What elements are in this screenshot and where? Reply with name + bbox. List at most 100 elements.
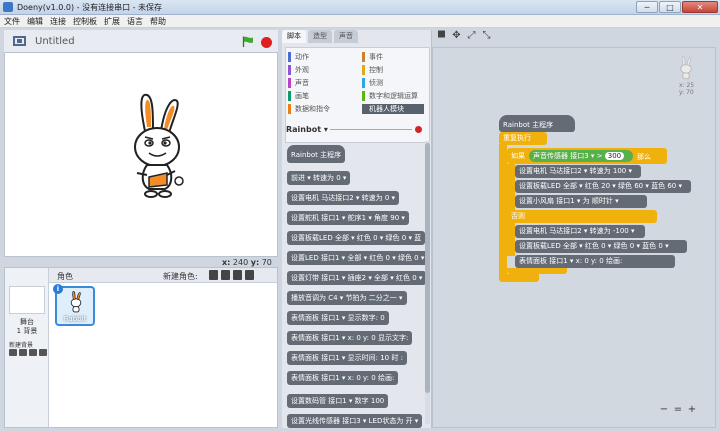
maximize-button[interactable]: □: [659, 1, 681, 13]
if-foot: [507, 268, 567, 274]
else-block-board-led[interactable]: 设置板载LED 全部 ▾ 红色 0 ▾ 绿色 0 ▾ 蓝色 0 ▾: [515, 240, 687, 253]
backdrop-upload-icon[interactable]: [29, 349, 37, 356]
then-block-board-led[interactable]: 设置板载LED 全部 ▾ 红色 20 ▾ 绿色 60 ▾ 蓝色 60 ▾: [515, 180, 691, 193]
tab-sounds[interactable]: 声音: [334, 30, 358, 43]
zoom-out-icon[interactable]: −: [659, 405, 669, 415]
menu-language[interactable]: 语言: [127, 16, 143, 27]
else-label: 否则: [507, 210, 657, 223]
palette-block-servo[interactable]: 设置舵机 接口1 ▾ 舵序1 ▾ 角度 90 ▾: [287, 211, 409, 225]
new-backdrop-label: 新建背景: [9, 342, 34, 349]
menu-board[interactable]: 控制板: [73, 16, 97, 27]
tab-scripts[interactable]: 脚本: [282, 30, 306, 43]
stop-icon[interactable]: [261, 37, 272, 48]
sprite-library-icon[interactable]: [209, 270, 218, 280]
palette-block-light-sensor[interactable]: 设置光线传感器 接口3 ▾ LED状态为 开 ▾: [287, 414, 423, 428]
palette-block-board-led[interactable]: 设置板载LED 全部 ▾ 红色 0 ▾ 绿色 0 ▾ 蓝: [287, 231, 426, 245]
category-data[interactable]: 数据和指令: [288, 104, 350, 114]
app-icon: [3, 2, 13, 12]
category-robot[interactable]: 机器人模块: [362, 104, 424, 114]
category-operators[interactable]: 数字和逻辑运算: [362, 91, 424, 101]
sprites-pane: 舞台 1 背景 新建背景 角色 新建角色: i Rabbit: [4, 267, 278, 428]
grow-icon[interactable]: ⤢: [466, 31, 477, 41]
sprite-name: Rabbit: [63, 315, 87, 323]
else-block-motor[interactable]: 设置电机 马达接口2 ▾ 转速为 -100 ▾: [515, 225, 645, 238]
fullscreen-icon[interactable]: [13, 36, 26, 46]
stage-header: Untitled: [4, 30, 278, 52]
else-block-face-draw[interactable]: 表情面板 接口1 ▾ x: 0 y: 0 绘画:: [515, 255, 675, 268]
rainbot-section-label[interactable]: Rainbot ▾: [286, 125, 328, 134]
sprite-card-rabbit[interactable]: i Rabbit: [53, 284, 95, 326]
category-events[interactable]: 事件: [362, 52, 424, 62]
scripts-area[interactable]: x: 25 y: 70 Rainbot 主程序 重复执行 如果 声音传感器 接口…: [432, 47, 716, 428]
palette-block-tone[interactable]: 播放音调为 C4 ▾ 节拍为 二分之一 ▾: [287, 291, 407, 305]
menu-help[interactable]: 帮助: [150, 16, 166, 27]
rabbit-thumbnail-icon: [70, 291, 82, 313]
stage-sidebar: 舞台 1 背景 新建背景: [5, 268, 49, 427]
minimize-button[interactable]: ─: [636, 1, 658, 13]
zoom-controls: − = +: [659, 405, 697, 415]
palette-block-segment-display[interactable]: 设置数码管 接口1 ▾ 数字 100: [287, 394, 389, 408]
then-block-fan[interactable]: 设置小风扇 接口1 ▾ 为 顺时针 ▾: [515, 195, 647, 208]
sprite-position: x: 25 y: 70: [679, 82, 695, 96]
menu-extensions[interactable]: 扩展: [104, 16, 120, 27]
connection-status-icon: [415, 126, 422, 133]
new-sprite-label: 新建角色:: [163, 272, 198, 281]
sprite-upload-icon[interactable]: [233, 270, 242, 280]
operator-symbol: >: [596, 152, 603, 160]
then-block-motor[interactable]: 设置电机 马达接口2 ▾ 转速为 100 ▾: [515, 165, 641, 178]
greater-than-operator[interactable]: 声音传感器 接口3 ▾ > 300: [529, 150, 633, 162]
rabbit-sprite[interactable]: [117, 93, 197, 203]
editor-tabs: 脚本 造型 声音: [282, 30, 432, 44]
script-hat-main[interactable]: Rainbot 主程序: [499, 115, 575, 132]
section-divider: [330, 129, 412, 130]
zoom-in-icon[interactable]: +: [687, 405, 697, 415]
stage-thumbnail[interactable]: [9, 286, 45, 314]
backdrop-library-icon[interactable]: [9, 349, 17, 356]
palette-block-forward[interactable]: 前进 ▾ 转速为 0 ▾: [287, 171, 351, 185]
category-sound[interactable]: 声音: [288, 78, 350, 88]
window-titlebar: Doeny(v1.0.0) - 没有连接串口 - 未保存 ─ □ ✕: [0, 0, 720, 15]
sound-sensor-reporter[interactable]: 声音传感器 接口3 ▾: [533, 152, 594, 160]
script-toolbar: ⯀ ✥ ⤢ ⤡: [436, 31, 492, 41]
window-controls: ─ □ ✕: [635, 1, 718, 13]
menu-bar: 文件 编辑 连接 控制板 扩展 语言 帮助: [0, 15, 720, 28]
forever-foot: [499, 274, 539, 282]
menu-connect[interactable]: 连接: [50, 16, 66, 27]
palette-block-motor[interactable]: 设置电机 马达接口2 ▾ 转速为 0 ▾: [287, 191, 400, 205]
category-looks[interactable]: 外观: [288, 65, 350, 75]
backdrop-paint-icon[interactable]: [19, 349, 27, 356]
green-flag-icon[interactable]: [242, 36, 254, 47]
sprite-camera-icon[interactable]: [245, 270, 254, 280]
palette-scrollbar[interactable]: [425, 141, 430, 424]
category-sensing[interactable]: 侦测: [362, 78, 424, 88]
threshold-value[interactable]: 300: [604, 152, 625, 160]
palette-block-main[interactable]: Rainbot 主程序: [287, 145, 346, 163]
palette-block-face-number[interactable]: 表情面板 接口1 ▾ 显示数字: 0: [287, 311, 389, 325]
move-icon[interactable]: ✥: [451, 31, 462, 41]
stage-canvas[interactable]: [4, 52, 278, 257]
close-button[interactable]: ✕: [682, 1, 718, 13]
category-control[interactable]: 控制: [362, 65, 424, 75]
palette-block-led[interactable]: 设置LED 接口1 ▾ 全部 ▾ 红色 0 ▾ 绿色 0 ▾: [287, 251, 429, 265]
backdrop-camera-icon[interactable]: [39, 349, 47, 356]
menu-edit[interactable]: 编辑: [27, 16, 43, 27]
backdrop-tools: [9, 349, 47, 356]
menu-file[interactable]: 文件: [4, 16, 20, 27]
duplicate-icon[interactable]: ⯀: [436, 31, 447, 41]
category-motion[interactable]: 动作: [288, 52, 350, 62]
stage-coordinates: x: 240 y: 70: [222, 258, 272, 267]
category-pen[interactable]: 画笔: [288, 91, 350, 101]
stage-label: 舞台 1 背景: [16, 318, 38, 335]
info-badge[interactable]: i: [53, 284, 63, 294]
scrollbar-thumb[interactable]: [425, 143, 430, 393]
zoom-reset-icon[interactable]: =: [673, 405, 683, 415]
sprites-header: 角色 新建角色:: [49, 268, 277, 283]
shrink-icon[interactable]: ⤡: [481, 31, 492, 41]
tab-costumes[interactable]: 造型: [308, 30, 332, 43]
palette-block-face-text[interactable]: 表情面板 接口1 ▾ x: 0 y: 0 显示文字:: [287, 331, 413, 345]
palette-block-led-strip[interactable]: 设置灯带 接口1 ▾ 插座2 ▾ 全部 ▾ 红色 0 ▾: [287, 271, 427, 285]
sprite-paint-icon[interactable]: [221, 270, 230, 280]
project-title[interactable]: Untitled: [35, 36, 75, 47]
palette-block-face-time[interactable]: 表情面板 接口1 ▾ 显示时间: 10 时 :: [287, 351, 407, 365]
palette-block-face-draw[interactable]: 表情面板 接口1 ▾ x: 0 y: 0 绘画:: [287, 371, 399, 385]
